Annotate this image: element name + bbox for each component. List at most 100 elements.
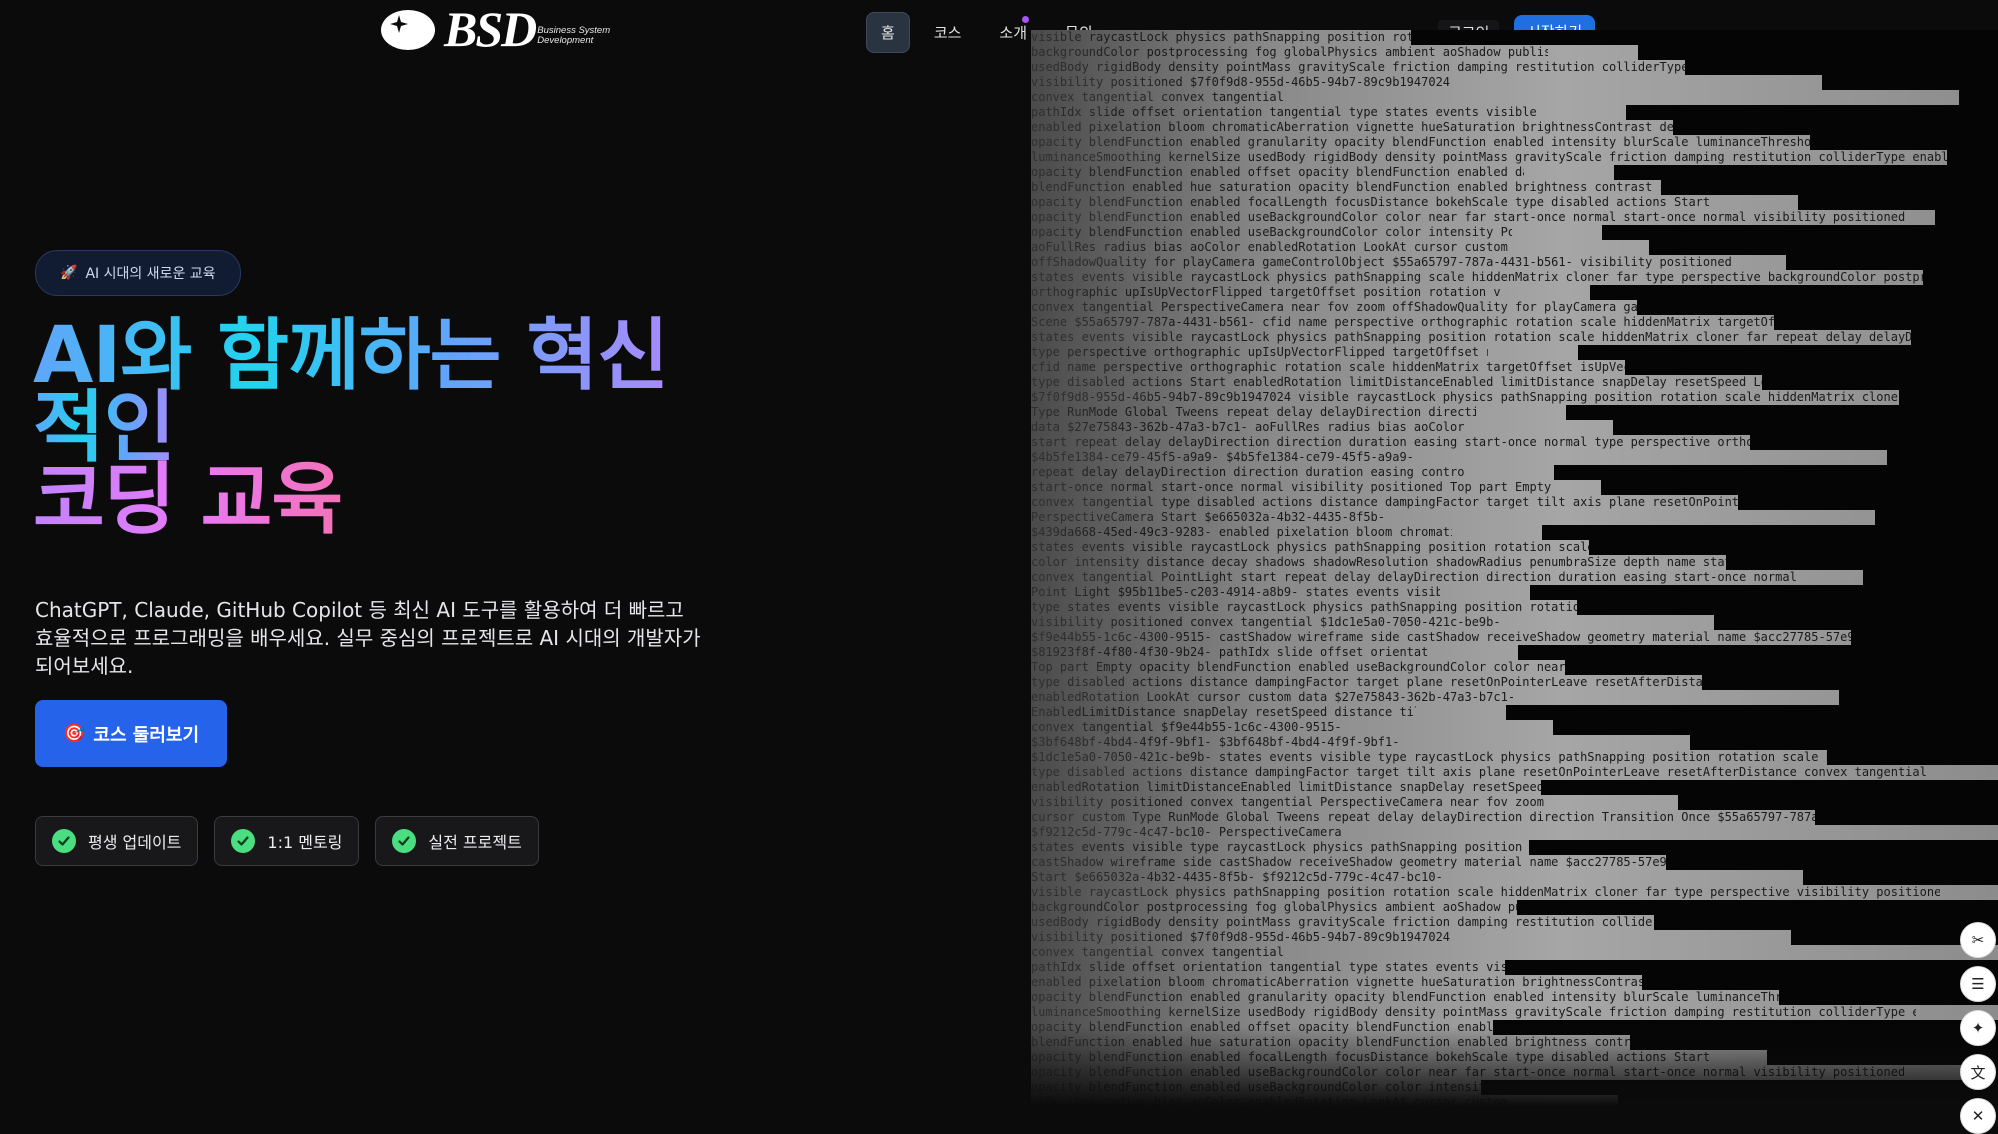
- code-art-line: aoFullRes radius bias aoColor enabledRot…: [1031, 240, 1508, 254]
- code-art-line: $f9e44b55-1c6c-4300-9515- castShadow wir…: [1031, 630, 1851, 644]
- code-art-line: $7f0f9d8-955d-46b5-94b7-89c9b1947024 vis…: [1031, 390, 1899, 404]
- code-art-mask: [1411, 30, 1998, 45]
- code-art-mask: [1666, 855, 1998, 870]
- code-art-line: opacity blendFunction enabled useBackgro…: [1031, 225, 1512, 239]
- code-art-mask: [1518, 645, 1998, 660]
- code-art-line: visibility positioned convex tangential …: [1031, 795, 1544, 809]
- code-art-mask: [1822, 75, 1998, 90]
- code-art-mask: [1614, 165, 1998, 180]
- feature-item: 1:1 멘토링: [214, 816, 360, 866]
- code-art-mask: [1786, 255, 1998, 270]
- code-art-line: luminanceSmoothing kernelSize usedBody r…: [1031, 150, 1947, 164]
- code-art-mask: [1553, 720, 1998, 735]
- code-art-line: states events visible raycastLock physic…: [1031, 270, 1923, 284]
- code-art-line: EnabledLimitDistance snapDelay resetSpee…: [1031, 705, 1416, 719]
- code-art-line: convex tangential PointLight start repea…: [1031, 570, 1797, 584]
- code-art-mask: [1625, 360, 1998, 375]
- code-art-line: orthographic upIsUpVectorFlipped targetO…: [1031, 285, 1500, 299]
- code-art-line: repeat delay delayDirection direction du…: [1031, 465, 1464, 479]
- code-art-mask: [1613, 420, 1998, 435]
- code-art-line: states events visible raycastLock physic…: [1031, 330, 1911, 344]
- code-art-mask: [1661, 180, 1998, 195]
- translate-icon[interactable]: 文: [1960, 1054, 1996, 1090]
- code-art-line: convex tangential $f9e44b55-1c6c-4300-95…: [1031, 720, 1342, 734]
- code-art-line: opacity blendFunction enabled offset opa…: [1031, 165, 1524, 179]
- code-art-mask: [1690, 735, 1998, 750]
- check-icon: [231, 829, 256, 853]
- code-art-mask: [1935, 210, 1998, 225]
- code-art-line: visibility positioned $7f0f9d8-955d-46b5…: [1031, 75, 1451, 89]
- hero-badge-text: AI 시대의 새로운 교육: [85, 266, 216, 282]
- code-art-fade: [1031, 1026, 1998, 1106]
- code-art-line: blendFunction enabled hue saturation opa…: [1031, 180, 1661, 194]
- code-art-panel: visible raycastLock physics pathSnapping…: [1031, 30, 1998, 1106]
- browse-courses-label: 코스 둘러보기: [93, 724, 200, 746]
- code-art-mask: [1899, 390, 1998, 405]
- code-art-mask: [1589, 540, 1998, 555]
- code-art-line: convex tangential PerspectiveCamera near…: [1031, 300, 1637, 314]
- code-art-line: backgroundColor postprocessing fog globa…: [1031, 45, 1548, 59]
- code-art-line: convex tangential convex tangential: [1031, 90, 1284, 104]
- code-art-line: type disabled actions distance dampingFa…: [1031, 765, 1927, 779]
- code-art-mask: [1642, 975, 1998, 990]
- code-art-mask: [1803, 870, 1998, 885]
- code-art-line: visibility positioned $7f0f9d8-955d-46b5…: [1031, 930, 1451, 944]
- hero-badge: 🚀 AI 시대의 새로운 교육: [35, 250, 241, 296]
- code-art-mask: [1911, 330, 1998, 345]
- code-art-line: visible raycastLock physics pathSnapping…: [1031, 30, 1411, 44]
- code-art-line: usedBody rigidBody density pointMass gra…: [1031, 915, 1654, 929]
- code-art-mask: [1762, 375, 1998, 390]
- code-art-mask: [1506, 705, 1998, 720]
- code-art-mask: [1839, 690, 1998, 705]
- code-art-mask: [1590, 285, 1998, 300]
- code-art-line: cfid name perspective orthographic rotat…: [1031, 360, 1625, 374]
- code-art-line: PerspectiveCamera Start $e665032a-4b32-4…: [1031, 510, 1386, 524]
- code-art-mask: [1851, 630, 1998, 645]
- code-art-line: $81923f8f-4f80-4f30-9b24- pathIdx slide …: [1031, 645, 1428, 659]
- code-art-mask: [1505, 960, 1998, 975]
- code-art-mask: [1638, 45, 1998, 60]
- code-art-line: opacity blendFunction enabled useBackgro…: [1031, 210, 1906, 224]
- target-icon: 🎯: [62, 723, 86, 744]
- code-art-mask: [1685, 60, 1998, 75]
- code-art-mask: [1542, 525, 1998, 540]
- code-art-mask: [1875, 510, 1998, 525]
- code-art-mask: [1798, 195, 1998, 210]
- code-art-line: $4b5fe1384-ce79-45f5-a9a9- $4b5fe1384-ce…: [1031, 450, 1414, 464]
- sparkle-icon[interactable]: ✦: [1960, 1010, 1996, 1046]
- code-art-mask: [1726, 555, 1998, 570]
- code-art-line: enabledRotation limitDistanceEnabled lim…: [1031, 780, 1541, 794]
- code-art-mask: [1637, 300, 1998, 315]
- code-art-line: color intensity distance decay shadows s…: [1031, 555, 1726, 569]
- code-art-line: offShadowQuality for playCamera gameCont…: [1031, 255, 1732, 269]
- code-art-line: type states events visible raycastLock p…: [1031, 600, 1577, 614]
- code-art-line: type disabled actions Start enabledRotat…: [1031, 375, 1762, 389]
- code-art-mask: [1810, 135, 1998, 150]
- feature-item: 실전 프로젝트: [375, 816, 539, 866]
- nav-item-about-label: 소개: [999, 24, 1028, 42]
- code-art-mask: [1959, 90, 1998, 105]
- code-art-line: castShadow wireframe side castShadow rec…: [1031, 855, 1666, 869]
- list-icon[interactable]: ☰: [1960, 966, 1996, 1002]
- code-art-line: cursor custom Type RunMode Global Tweens…: [1031, 810, 1815, 824]
- code-art-line: $f9212c5d-779c-4c47-bc10- PerspectiveCam…: [1031, 825, 1342, 839]
- code-art-line: type perspective orthographic upIsUpVect…: [1031, 345, 1488, 359]
- code-art-mask: [1541, 780, 1998, 795]
- code-art-line: opacity blendFunction enabled granularit…: [1031, 990, 1779, 1004]
- code-art-mask: [1815, 810, 1998, 825]
- nav-item-courses[interactable]: 코스: [920, 13, 976, 52]
- code-art-mask: [1530, 585, 1998, 600]
- nav-item-home[interactable]: 홈: [866, 12, 910, 53]
- close-icon[interactable]: ✕: [1960, 1098, 1996, 1134]
- code-art-mask: [1654, 915, 1998, 930]
- browse-courses-button[interactable]: 🎯 코스 둘러보기: [35, 700, 227, 767]
- code-art-mask: [1517, 900, 1998, 915]
- code-art-mask: [1702, 675, 1998, 690]
- code-art-line: states events visible type raycastLock p…: [1031, 840, 1529, 854]
- scissors-icon[interactable]: ✂: [1960, 922, 1996, 958]
- brand-logo[interactable]: BSD Business System Development: [380, 4, 627, 54]
- code-art-mask: [1774, 315, 1998, 330]
- code-art-mask: [1714, 615, 1998, 630]
- code-art-line: visible raycastLock physics pathSnapping…: [1031, 885, 1940, 899]
- hero-description: ChatGPT, Claude, GitHub Copilot 등 최신 AI …: [35, 598, 701, 678]
